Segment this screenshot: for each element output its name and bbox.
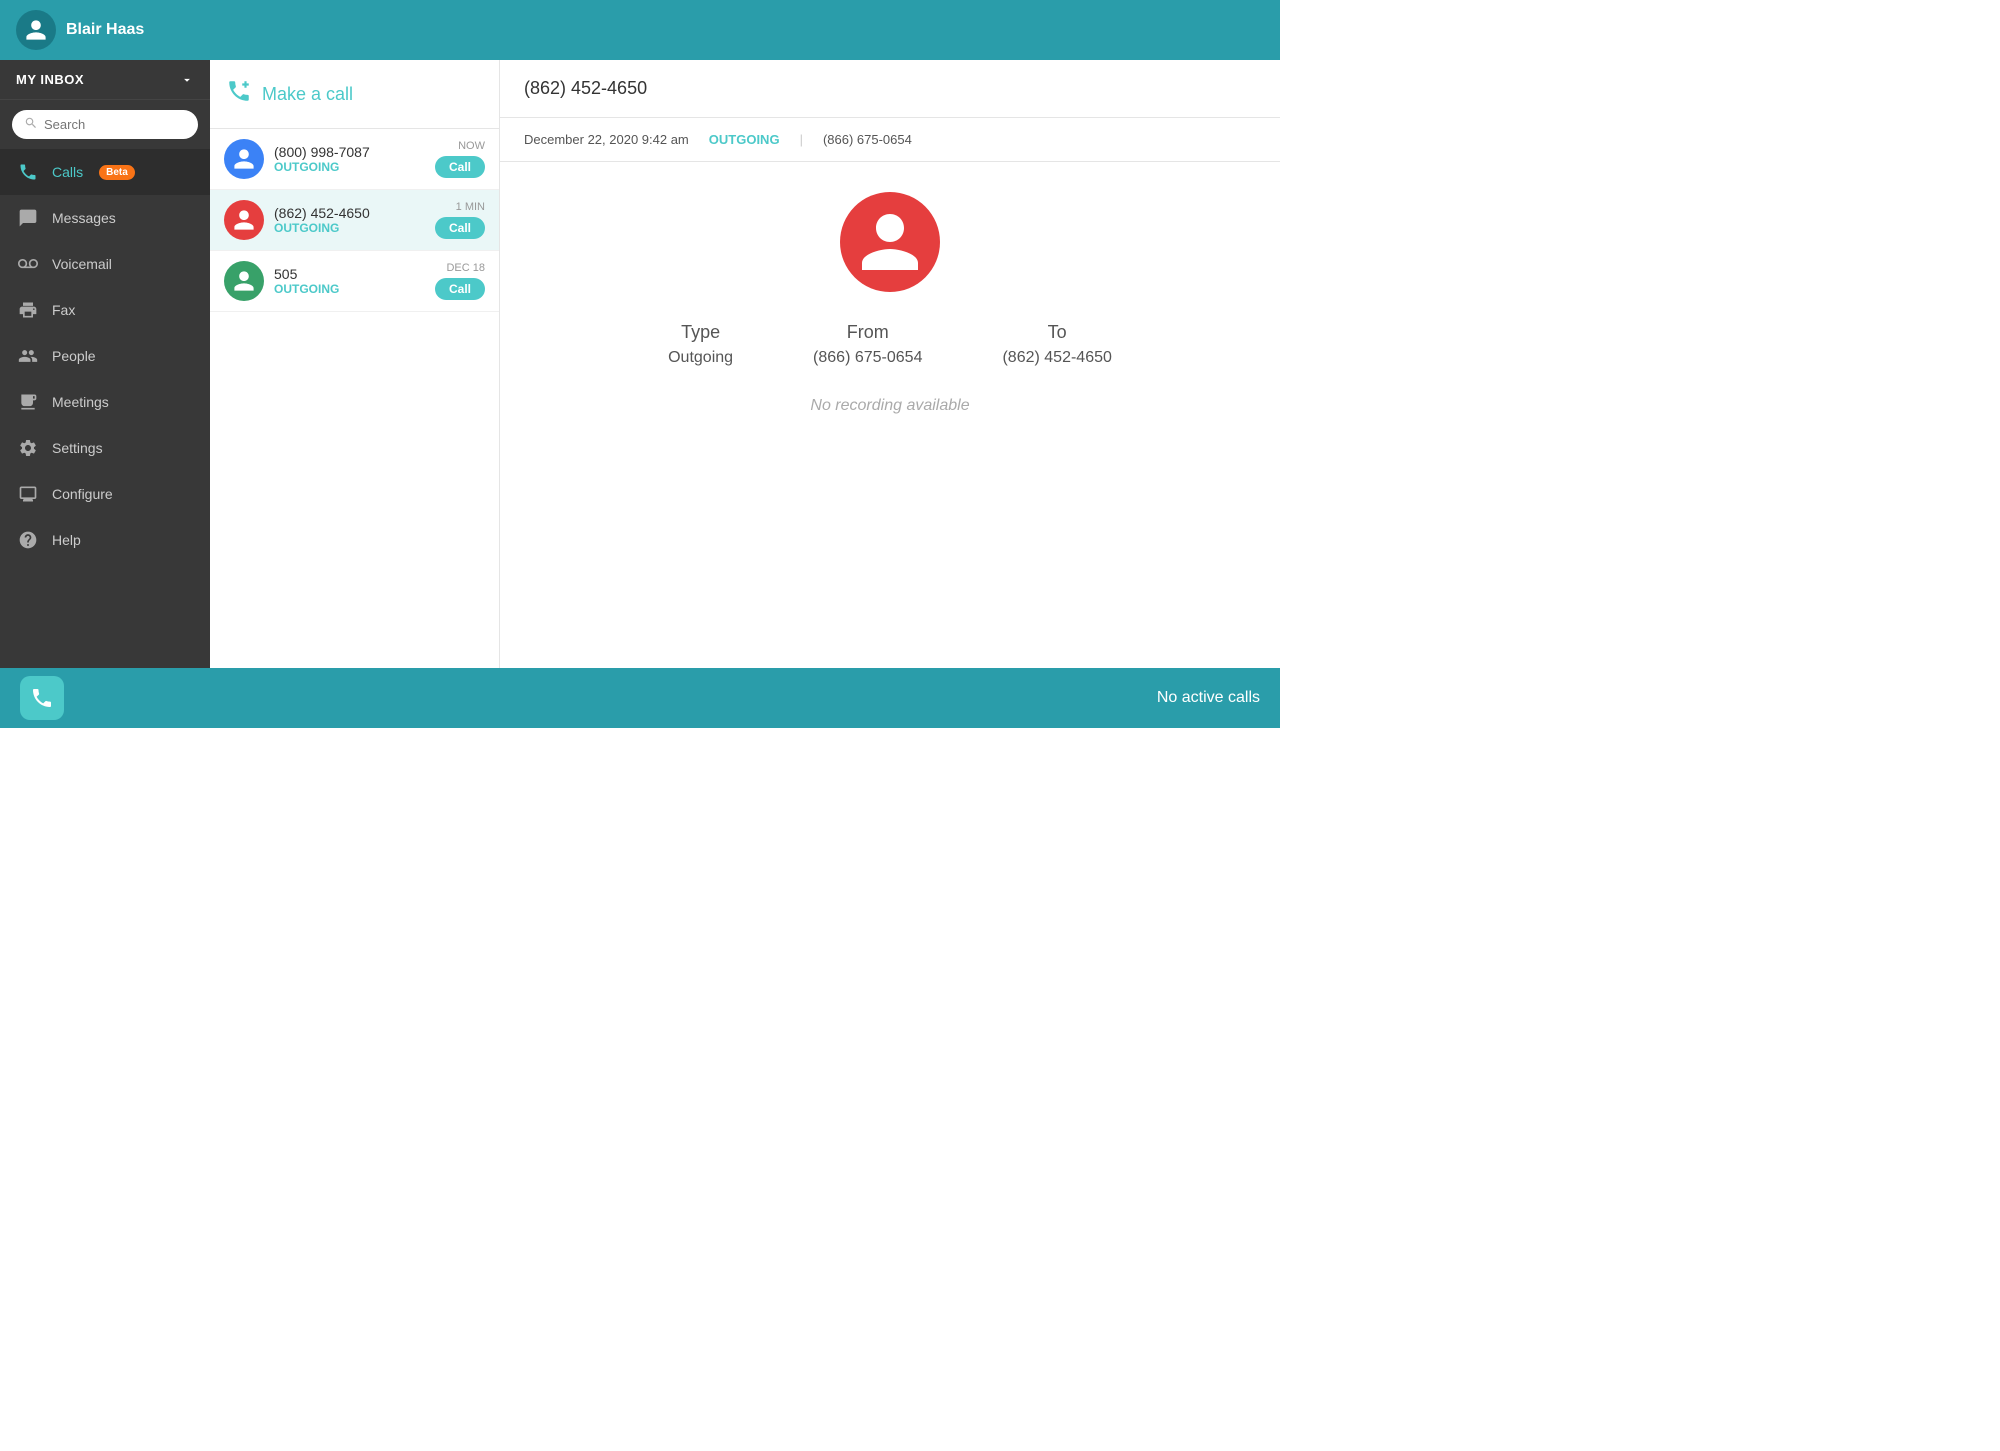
call-avatar (224, 261, 264, 301)
bottom-bar: No active calls (0, 668, 1280, 728)
detail-header: (862) 452-4650 (500, 60, 1280, 118)
call-time: 1 MIN (456, 201, 485, 213)
type-label: Type (681, 322, 720, 343)
sidebar-item-people-label: People (52, 348, 96, 364)
sidebar-item-help[interactable]: Help (0, 517, 210, 563)
call-time: NOW (458, 140, 485, 152)
detail-phone: (862) 452-4650 (524, 78, 647, 99)
fax-icon (16, 298, 40, 322)
sidebar: MY INBOX Calls Beta Messages (0, 60, 210, 668)
no-recording: No recording available (810, 397, 969, 415)
messages-icon (16, 206, 40, 230)
call-item[interactable]: (800) 998-7087 OUTGOING NOW Call (210, 129, 499, 190)
from-value: (866) 675-0654 (813, 349, 922, 367)
sidebar-item-help-label: Help (52, 532, 81, 548)
user-profile[interactable]: Blair Haas (16, 10, 144, 50)
search-wrap[interactable] (12, 110, 198, 139)
sidebar-item-configure-label: Configure (52, 486, 113, 502)
call-details-row: Type Outgoing From (866) 675-0654 To (86… (668, 322, 1112, 367)
call-button[interactable]: Call (435, 278, 485, 300)
call-meta: DEC 18 Call (435, 262, 485, 300)
call-button[interactable]: Call (435, 156, 485, 178)
outgoing-badge: OUTGOING (709, 132, 780, 147)
calls-icon (16, 160, 40, 184)
sidebar-item-meetings[interactable]: Meetings (0, 379, 210, 425)
call-number: (862) 452-4650 (274, 205, 425, 221)
search-icon (24, 116, 38, 133)
from-label: From (847, 322, 889, 343)
call-time: DEC 18 (446, 262, 485, 274)
no-active-calls: No active calls (1157, 689, 1260, 707)
sidebar-item-fax[interactable]: Fax (0, 287, 210, 333)
type-value: Outgoing (668, 349, 733, 367)
call-number: (800) 998-7087 (274, 144, 425, 160)
detail-subheader: December 22, 2020 9:42 am OUTGOING | (86… (500, 118, 1280, 162)
call-button[interactable]: Call (435, 217, 485, 239)
phone-add-icon (226, 78, 252, 110)
call-number: 505 (274, 266, 425, 282)
from-col: From (866) 675-0654 (813, 322, 922, 367)
to-col: To (862) 452-4650 (1002, 322, 1111, 367)
make-call-label: Make a call (262, 84, 353, 105)
sidebar-item-settings[interactable]: Settings (0, 425, 210, 471)
meetings-icon (16, 390, 40, 414)
call-meta: NOW Call (435, 140, 485, 178)
beta-badge: Beta (99, 165, 135, 180)
sidebar-item-configure[interactable]: Configure (0, 471, 210, 517)
main-content: MY INBOX Calls Beta Messages (0, 60, 1280, 668)
inbox-header[interactable]: MY INBOX (0, 60, 210, 100)
call-item[interactable]: 505 OUTGOING DEC 18 Call (210, 251, 499, 312)
settings-icon (16, 436, 40, 460)
avatar (16, 10, 56, 50)
sidebar-item-meetings-label: Meetings (52, 394, 109, 410)
call-type: OUTGOING (274, 221, 425, 235)
detail-body: Type Outgoing From (866) 675-0654 To (86… (500, 162, 1280, 668)
call-avatar (224, 200, 264, 240)
detail-from-number: (866) 675-0654 (823, 132, 912, 147)
make-call-header[interactable]: Make a call (210, 60, 499, 129)
sidebar-item-voicemail-label: Voicemail (52, 256, 112, 272)
username: Blair Haas (66, 21, 144, 39)
search-input[interactable] (44, 117, 186, 132)
call-type: OUTGOING (274, 282, 425, 296)
configure-icon (16, 482, 40, 506)
phone-button[interactable] (20, 676, 64, 720)
calls-panel: Make a call (800) 998-7087 OUTGOING NOW … (210, 60, 500, 668)
call-info: (862) 452-4650 OUTGOING (274, 205, 425, 235)
sidebar-item-calls[interactable]: Calls Beta (0, 149, 210, 195)
sidebar-item-messages[interactable]: Messages (0, 195, 210, 241)
separator: | (800, 132, 803, 147)
call-info: (800) 998-7087 OUTGOING (274, 144, 425, 174)
sidebar-item-settings-label: Settings (52, 440, 103, 456)
sidebar-item-messages-label: Messages (52, 210, 116, 226)
sidebar-item-voicemail[interactable]: Voicemail (0, 241, 210, 287)
call-item[interactable]: (862) 452-4650 OUTGOING 1 MIN Call (210, 190, 499, 251)
help-icon (16, 528, 40, 552)
call-info: 505 OUTGOING (274, 266, 425, 296)
voicemail-icon (16, 252, 40, 276)
sidebar-item-calls-label: Calls (52, 164, 83, 180)
contact-avatar-large (840, 192, 940, 292)
people-icon (16, 344, 40, 368)
sidebar-item-fax-label: Fax (52, 302, 75, 318)
type-col: Type Outgoing (668, 322, 733, 367)
sidebar-item-people[interactable]: People (0, 333, 210, 379)
call-avatar (224, 139, 264, 179)
search-bar (0, 100, 210, 149)
call-type: OUTGOING (274, 160, 425, 174)
to-value: (862) 452-4650 (1002, 349, 1111, 367)
to-label: To (1048, 322, 1067, 343)
inbox-label: MY INBOX (16, 72, 84, 87)
detail-date: December 22, 2020 9:42 am (524, 132, 689, 147)
detail-panel: (862) 452-4650 December 22, 2020 9:42 am… (500, 60, 1280, 668)
call-meta: 1 MIN Call (435, 201, 485, 239)
top-bar: Blair Haas (0, 0, 1280, 60)
